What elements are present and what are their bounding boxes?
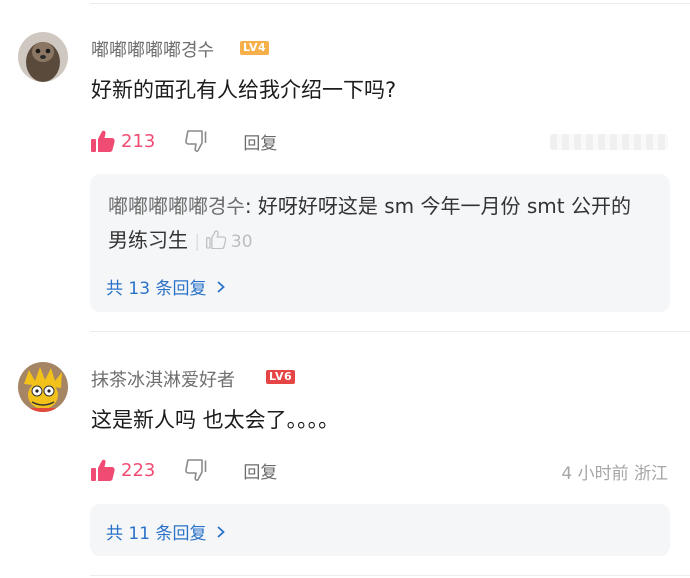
- reply-preview-box[interactable]: 共 11 条回复: [90, 504, 670, 556]
- thumbs-down-icon[interactable]: [185, 459, 209, 481]
- more-replies-label[interactable]: 共 11 条回复: [106, 519, 206, 544]
- time-location: 4 小时前 浙江: [561, 464, 668, 484]
- reply-button[interactable]: 回复: [243, 129, 277, 154]
- like-count: 213: [121, 130, 156, 152]
- thumbs-up-icon: [205, 230, 226, 250]
- avatar[interactable]: [18, 362, 68, 412]
- comment-text: 好新的面孔有人给我介绍一下吗?: [91, 78, 397, 102]
- more-replies-link[interactable]: 共 11 条回复: [106, 519, 228, 544]
- like-count: 223: [121, 459, 156, 481]
- reply-like[interactable]: | 30: [194, 230, 253, 252]
- comment-actions: 213 回复: [91, 126, 277, 156]
- thumbs-up-icon[interactable]: [91, 130, 115, 152]
- chevron-right-icon: [217, 280, 226, 293]
- comment-divider: [90, 331, 690, 332]
- thumbs-down-icon[interactable]: [185, 130, 209, 152]
- thumbs-up-icon[interactable]: [91, 459, 115, 481]
- username[interactable]: 嘟嘟嘟嘟嘟경수: [91, 36, 214, 62]
- reply-button[interactable]: 回复: [243, 458, 277, 483]
- level-badge: LV6: [266, 370, 296, 384]
- top-divider: [90, 3, 690, 4]
- location-meta-blurred: [550, 134, 668, 150]
- more-replies-label[interactable]: 共 13 条回复: [106, 274, 206, 299]
- reply-preview-box[interactable]: 嘟嘟嘟嘟嘟경수: 好呀好呀这是 sm 今年一月份 smt 公开的男练习生 | 3…: [90, 174, 670, 312]
- more-replies-link[interactable]: 共 13 条回复: [106, 274, 228, 299]
- reply-like-count: 30: [230, 232, 253, 252]
- username[interactable]: 抹茶冰淇淋爱好者: [91, 366, 235, 392]
- reply-author[interactable]: 嘟嘟嘟嘟嘟경수: [108, 194, 245, 218]
- bottom-divider: [90, 575, 690, 576]
- comment-text: 这是新人吗 也太会了。。。。: [91, 408, 340, 432]
- level-badge: LV4: [240, 41, 270, 55]
- reply-preview[interactable]: 嘟嘟嘟嘟嘟경수: 好呀好呀这是 sm 今年一月份 smt 公开的男练习生 | 3…: [108, 189, 644, 259]
- avatar[interactable]: [18, 32, 68, 82]
- comment-actions: 223 回复: [91, 455, 277, 485]
- chevron-right-icon: [217, 525, 226, 538]
